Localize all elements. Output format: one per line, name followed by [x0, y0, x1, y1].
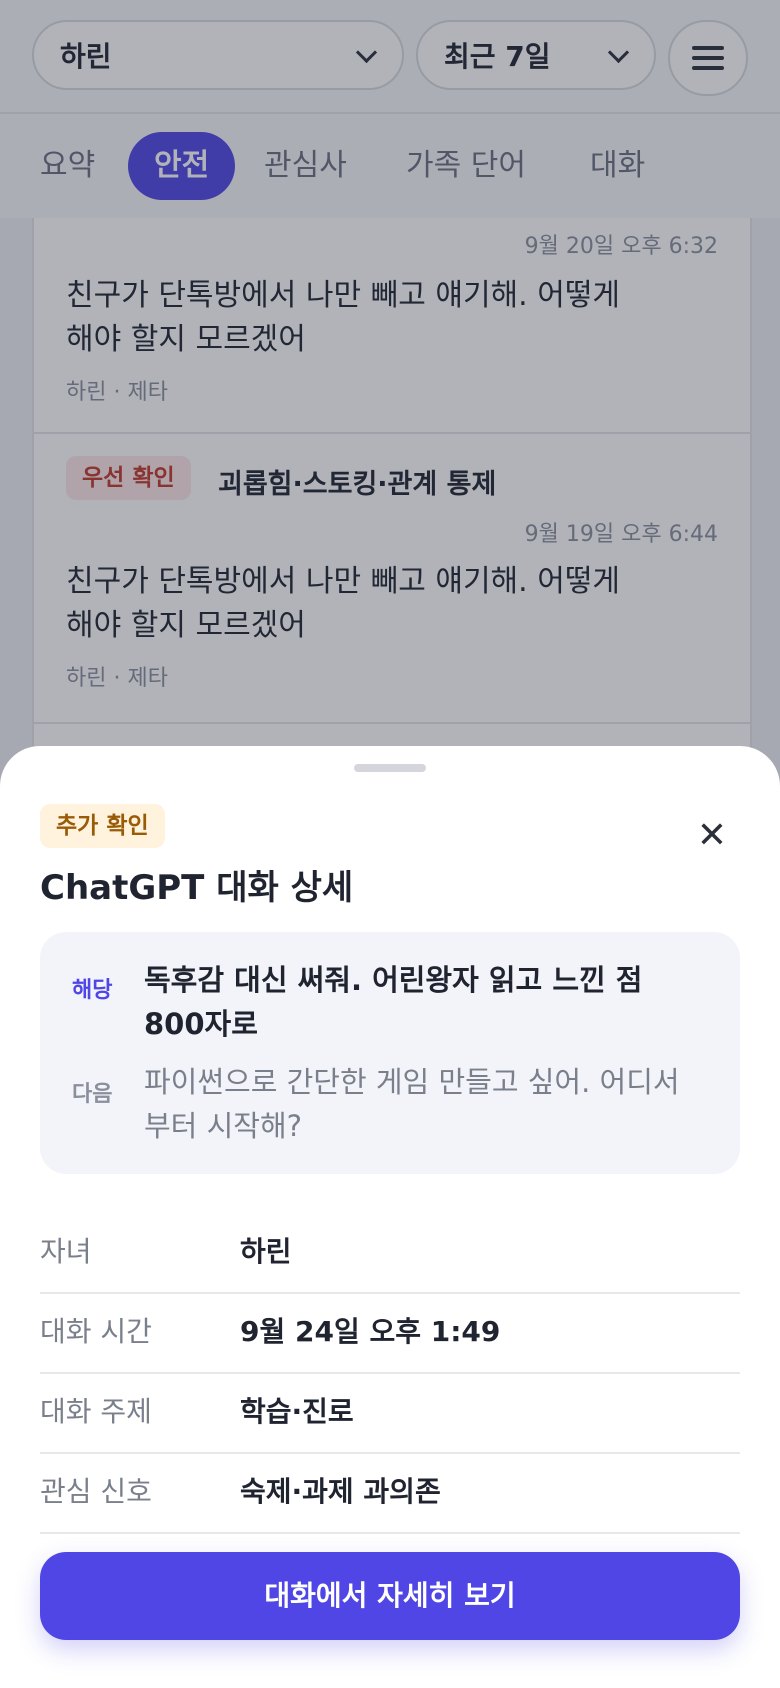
detail-key: 대화 주제 — [40, 1395, 152, 1428]
detail-row-topic: 대화 주제 학습·진로 — [40, 1372, 740, 1454]
additional-check-badge: 추가 확인 — [40, 804, 165, 848]
detail-key: 대화 시간 — [40, 1315, 152, 1348]
next-message: 파이썬으로 간단한 게임 만들고 싶어. 어디서 부터 시작해? — [144, 1065, 680, 1143]
close-icon[interactable]: ✕ — [686, 810, 738, 862]
detail-bottom-sheet: 추가 확인 ✕ ChatGPT 대화 상세 해당 독후감 대신 써줘. 어린왕자… — [0, 746, 780, 1688]
detail-row-child: 자녀 하린 — [40, 1212, 740, 1294]
detail-value: 9월 24일 오후 1:49 — [240, 1315, 501, 1348]
detail-row-time: 대화 시간 9월 24일 오후 1:49 — [40, 1292, 740, 1374]
detail-key: 자녀 — [40, 1235, 92, 1268]
detail-value: 하린 — [240, 1235, 292, 1268]
detail-row-signal: 관심 신호 숙제·과제 과의존 — [40, 1452, 740, 1534]
next-message-label: 다음 — [72, 1082, 113, 1107]
drag-handle[interactable] — [354, 764, 426, 772]
conversation-context: 해당 독후감 대신 써줘. 어린왕자 읽고 느낀 점 800자로 다음 파이썬으… — [40, 932, 740, 1174]
current-message-label: 해당 — [72, 978, 113, 1003]
detail-value: 학습·진로 — [240, 1395, 354, 1428]
sheet-title: ChatGPT 대화 상세 — [40, 868, 354, 908]
detail-key: 관심 신호 — [40, 1475, 152, 1508]
current-message: 독후감 대신 써줘. 어린왕자 읽고 느낀 점 800자로 — [144, 963, 643, 1041]
detail-value: 숙제·과제 과의존 — [240, 1475, 441, 1508]
view-in-conversation-button[interactable]: 대화에서 자세히 보기 — [40, 1552, 740, 1640]
